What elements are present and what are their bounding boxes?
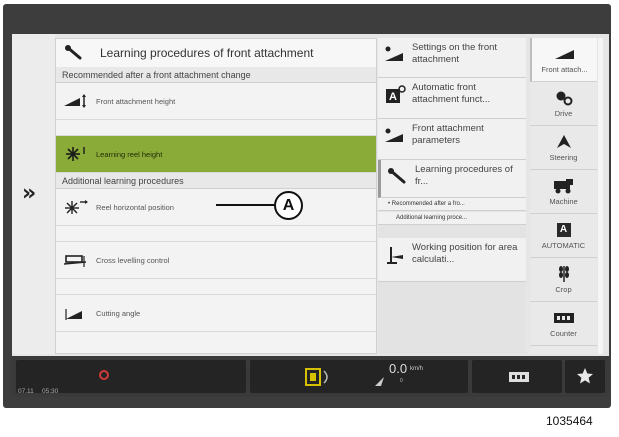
cutting-angle-icon bbox=[64, 305, 88, 321]
additional-heading: Additional learning procedures bbox=[56, 173, 376, 189]
steering-icon bbox=[555, 134, 573, 150]
favorites-button[interactable] bbox=[565, 360, 605, 393]
nav-label: Machine bbox=[549, 196, 578, 206]
spacer bbox=[56, 279, 376, 295]
proc-label: Reel horizontal position bbox=[96, 202, 174, 212]
panel-title: Learning procedures of front attachment bbox=[100, 46, 314, 60]
speed-unit: km/h bbox=[410, 366, 424, 372]
submenu-sub-additional[interactable]: Additional learning proce... bbox=[378, 212, 526, 225]
nav-machine[interactable]: Machine bbox=[530, 170, 597, 214]
submenu-label: Learning procedures of fr... bbox=[415, 164, 513, 187]
counter-status-icon bbox=[508, 370, 530, 389]
proc-label: Cutting angle bbox=[96, 308, 141, 318]
proc-label: Learning reel height bbox=[96, 149, 163, 159]
nav-label: Counter bbox=[550, 328, 577, 338]
submenu-label: Front attachment parameters bbox=[412, 123, 484, 146]
learning-procedures-icon bbox=[385, 166, 411, 188]
proc-label: Cross levelling control bbox=[96, 255, 170, 265]
header-position-icon bbox=[302, 366, 336, 393]
status-cell-counter[interactable] bbox=[472, 360, 562, 393]
drive-icon bbox=[555, 90, 573, 106]
recommended-heading: Recommended after a front attachment cha… bbox=[56, 67, 376, 83]
nav-label: Front attach... bbox=[541, 64, 588, 74]
front-attachment-height-icon bbox=[64, 93, 88, 109]
nav-label: Steering bbox=[549, 152, 578, 162]
star-icon bbox=[576, 367, 594, 390]
working-position-icon bbox=[382, 244, 408, 266]
nav-label: AUTOMATIC bbox=[541, 240, 586, 250]
learning-procedures-panel: Learning procedures of front attachment … bbox=[55, 38, 377, 354]
nav-front-attachment[interactable]: Front attach... bbox=[530, 38, 597, 82]
svg-text:A: A bbox=[389, 91, 397, 103]
proc-cutting-angle[interactable]: Cutting angle bbox=[56, 295, 376, 332]
proc-cross-levelling-control[interactable]: Cross levelling control bbox=[56, 242, 376, 279]
reel-horizontal-icon bbox=[64, 199, 88, 215]
nav-drive[interactable]: Drive bbox=[530, 82, 597, 126]
proc-front-attachment-height[interactable]: Front attachment height bbox=[56, 83, 376, 120]
automatic-icon: A bbox=[556, 222, 571, 238]
nav-automatic[interactable]: A AUTOMATIC bbox=[530, 214, 597, 258]
proc-reel-horizontal-position[interactable]: Reel horizontal position bbox=[56, 189, 376, 226]
status-time: 05:30 bbox=[42, 388, 59, 395]
reel-height-icon bbox=[64, 146, 88, 162]
submenu-learning-procedures[interactable]: Learning procedures of fr... bbox=[378, 160, 526, 198]
submenu-working-position[interactable]: Working position for area calculati... bbox=[378, 238, 526, 282]
proc-label: Front attachment height bbox=[96, 96, 176, 106]
nav-scrollbar[interactable] bbox=[598, 38, 603, 354]
submenu-settings-front-attachment[interactable]: Settings on the front attachment bbox=[378, 38, 526, 78]
cross-levelling-icon bbox=[64, 252, 88, 268]
speed-sub-value: 0 bbox=[400, 378, 403, 384]
crop-icon bbox=[555, 265, 573, 282]
right-navigation: Front attach... Drive Steering Machine A… bbox=[530, 38, 597, 354]
machine-icon bbox=[552, 178, 576, 194]
callout-marker: A bbox=[274, 191, 303, 220]
settings-front-attachment-icon bbox=[382, 44, 408, 66]
speed-icon bbox=[374, 374, 386, 392]
nav-steering[interactable]: Steering bbox=[530, 126, 597, 170]
nav-label: Crop bbox=[555, 284, 572, 294]
left-gutter: » bbox=[12, 34, 55, 354]
submenu-label: Automatic front attachment funct... bbox=[412, 82, 491, 105]
terminal-screen: » Learning procedures of front attachmen… bbox=[12, 34, 609, 397]
submenu-sub-recommended[interactable]: • Recommended after a fro... bbox=[378, 198, 526, 211]
status-bar: 07.11 05:30 0.0 km/h 0 bbox=[12, 356, 609, 397]
wrench-icon bbox=[62, 45, 86, 61]
alert-icon[interactable] bbox=[98, 367, 110, 385]
nav-counter[interactable]: Counter bbox=[530, 302, 597, 346]
status-cell-time: 07.11 05:30 bbox=[16, 360, 246, 395]
counter-icon bbox=[553, 310, 575, 326]
front-attachment-parameters-icon bbox=[382, 125, 408, 147]
submenu-front-attachment-parameters[interactable]: Front attachment parameters bbox=[378, 119, 526, 160]
nav-label: Drive bbox=[554, 108, 573, 118]
submenu-label: Working position for area calculati... bbox=[412, 242, 518, 265]
callout-leader-line bbox=[216, 204, 274, 206]
submenu-column: Settings on the front attachment A Autom… bbox=[378, 38, 526, 354]
speed-value: 0.0 bbox=[389, 361, 408, 376]
figure-reference-number: 1035464 bbox=[546, 414, 593, 428]
spacer bbox=[56, 226, 376, 242]
submenu-automatic-front-attachment[interactable]: A Automatic front attachment funct... bbox=[378, 78, 526, 119]
spacer bbox=[56, 120, 376, 136]
expand-chevron-icon[interactable]: » bbox=[22, 181, 36, 206]
proc-learning-reel-height[interactable]: Learning reel height bbox=[56, 136, 376, 173]
front-attachment-icon bbox=[554, 46, 576, 62]
panel-header: Learning procedures of front attachment bbox=[56, 39, 376, 67]
automatic-badge: A bbox=[556, 222, 571, 237]
nav-crop[interactable]: Crop bbox=[530, 258, 597, 302]
status-cell-speed bbox=[250, 360, 468, 393]
submenu-label: Settings on the front attachment bbox=[412, 42, 498, 65]
status-date: 07.11 bbox=[18, 388, 34, 395]
automatic-front-attachment-icon: A bbox=[382, 84, 408, 106]
